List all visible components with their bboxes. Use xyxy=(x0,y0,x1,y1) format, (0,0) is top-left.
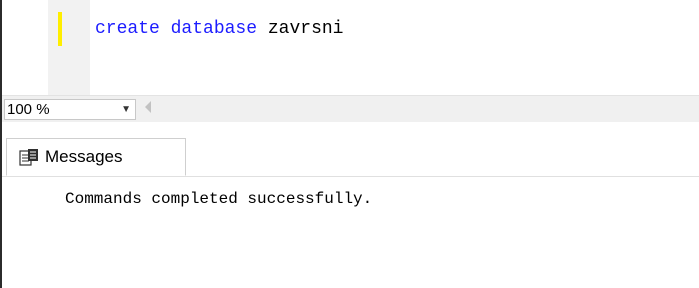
results-pane: Messages Commands completed successfully… xyxy=(2,122,699,288)
scroll-left-arrow-icon[interactable] xyxy=(145,101,151,113)
tab-label: Messages xyxy=(45,147,123,166)
keyword-create: create xyxy=(95,19,160,39)
zoom-value: 100 % xyxy=(7,101,50,118)
editor-gutter xyxy=(2,0,48,95)
code-line[interactable]: create database zavrsni xyxy=(95,17,343,41)
keyword-database: database xyxy=(170,19,258,39)
tab-messages[interactable]: Messages xyxy=(6,138,186,176)
zoom-select[interactable]: 100 % ▼ xyxy=(4,99,136,120)
change-tracking-bar xyxy=(58,12,62,46)
messages-icon xyxy=(19,149,38,166)
chevron-down-icon[interactable]: ▼ xyxy=(121,101,131,119)
zoom-bar: 100 % ▼ xyxy=(2,95,699,123)
query-window: create database zavrsni 100 % ▼ Messages… xyxy=(0,0,699,288)
query-editor[interactable]: create database zavrsni xyxy=(2,0,699,95)
database-identifier: zavrsni xyxy=(267,19,344,39)
results-tab-strip: Messages xyxy=(2,122,699,177)
code-area[interactable]: create database zavrsni xyxy=(90,0,699,95)
result-message: Commands completed successfully. xyxy=(65,190,373,208)
